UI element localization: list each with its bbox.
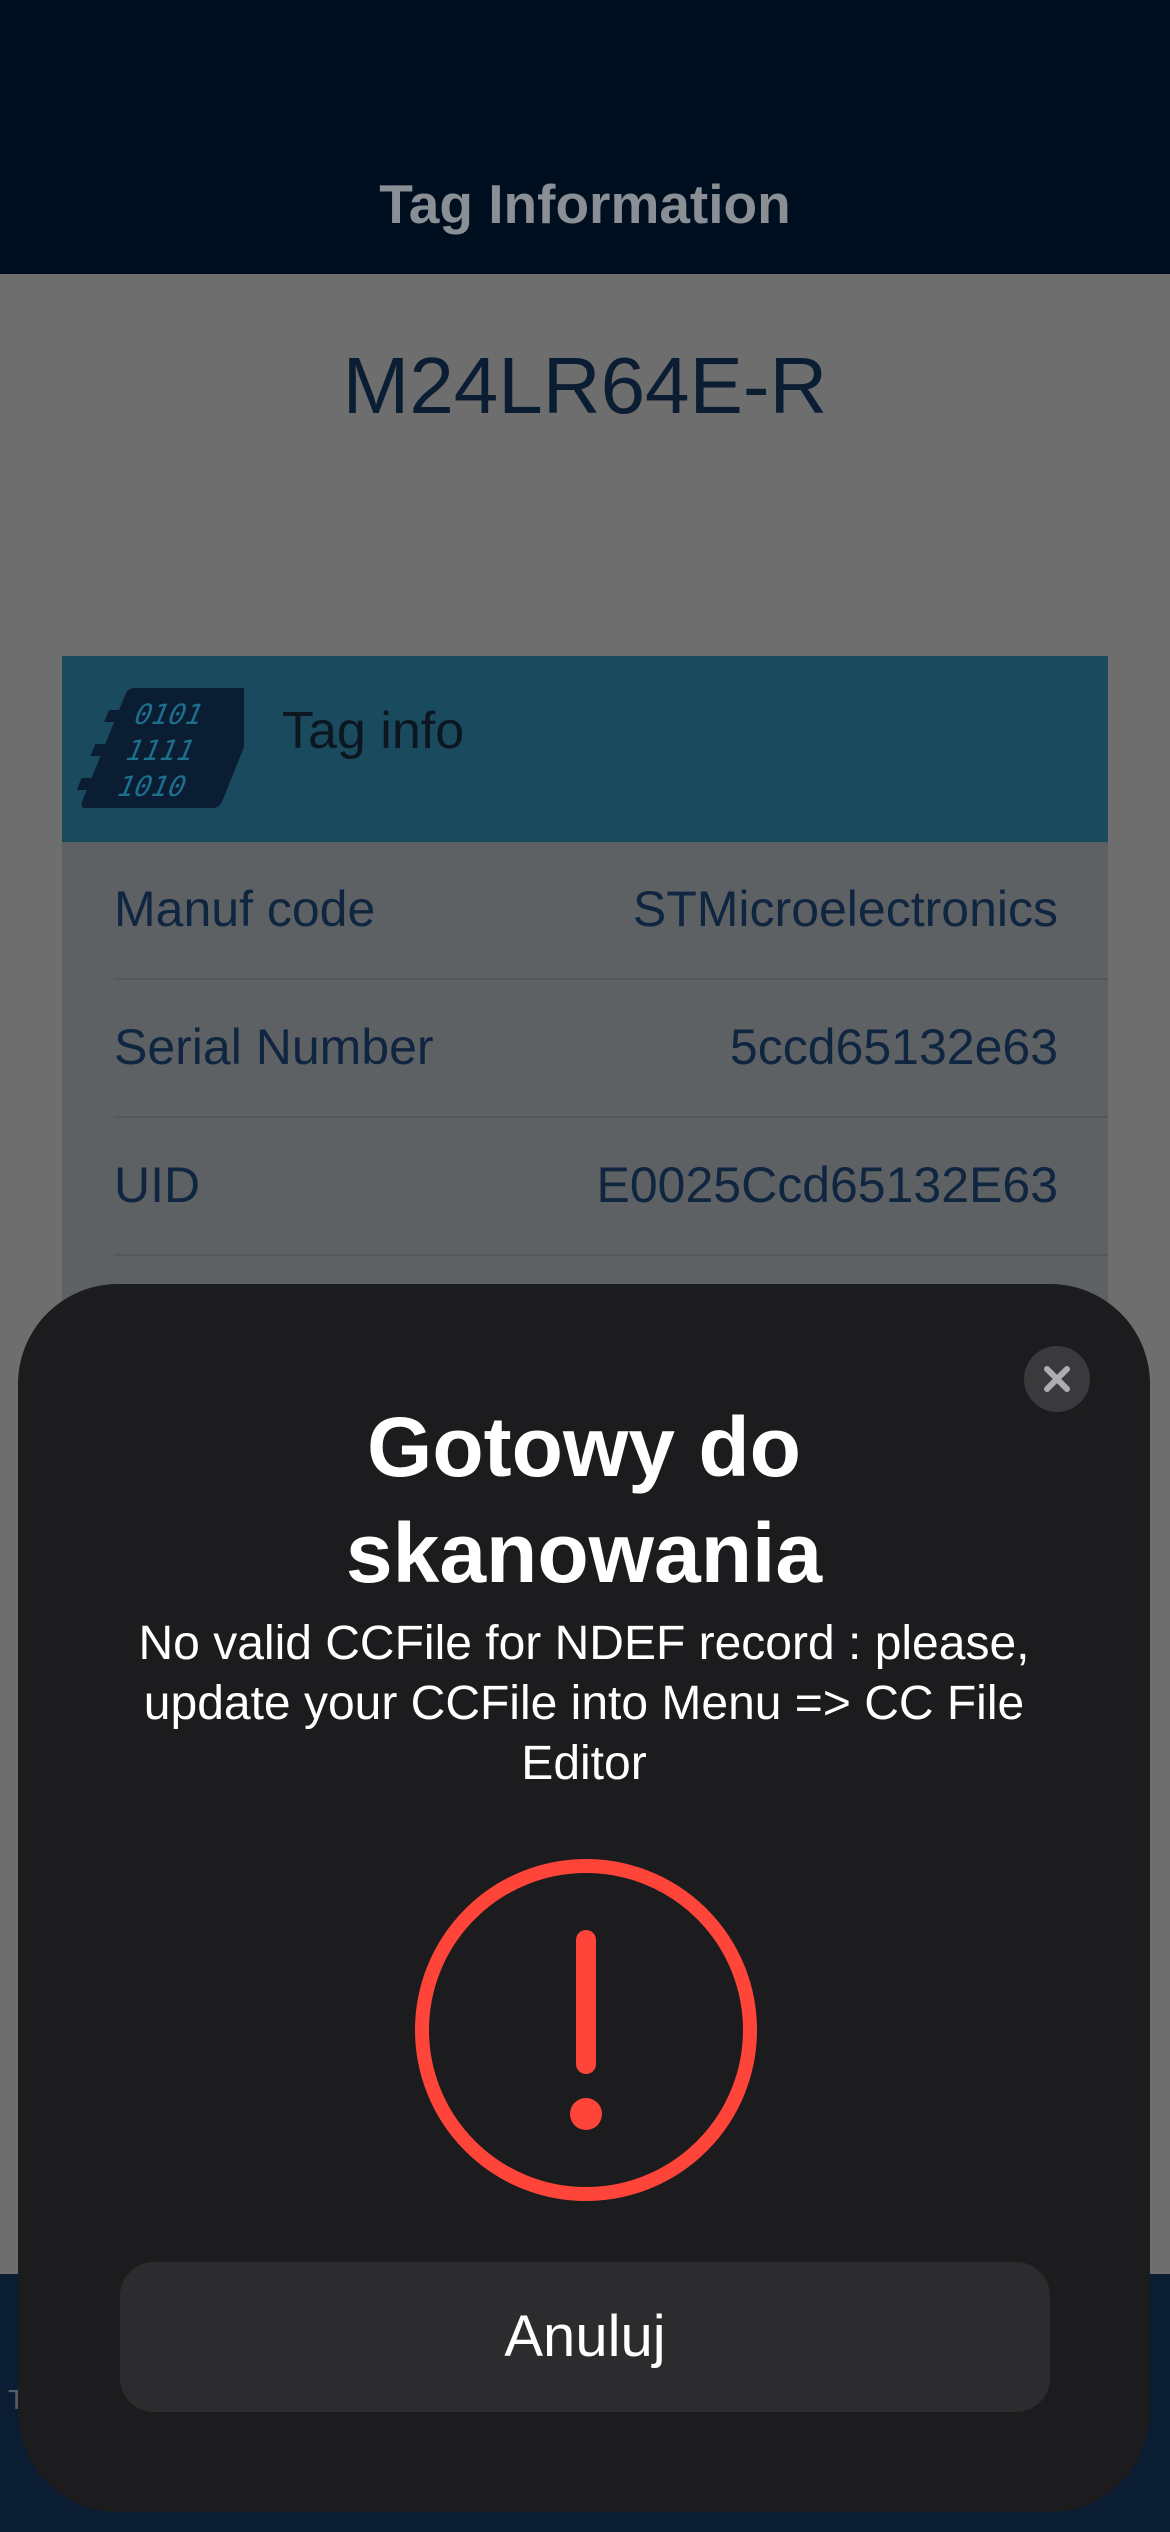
- sheet-title-line: skanowania: [345, 1506, 823, 1600]
- chip-text-1: 1111: [120, 734, 201, 767]
- page-title: Tag Information: [379, 173, 791, 235]
- nav-header: Tag Information: [0, 0, 1170, 274]
- cancel-button[interactable]: Anuluj: [120, 2262, 1050, 2412]
- tag-name: M24LR64E-R: [342, 341, 828, 430]
- table-row: Manuf code STMicroelectronics: [114, 842, 1108, 980]
- chip-text-2: 1010: [112, 770, 193, 803]
- sheet-title: Gotowy do skanowania: [98, 1394, 1070, 1606]
- row-value: E0025Ccd65132E63: [596, 1157, 1059, 1213]
- row-value: 5ccd65132e63: [729, 1019, 1058, 1075]
- row-label: UID: [114, 1157, 201, 1213]
- sheet-message: No valid CCFile for NDEF record : please…: [98, 1614, 1070, 1794]
- card-header: 0101 1111 1010 Tag info: [62, 656, 1108, 842]
- table-row: UID E0025Ccd65132E63: [114, 1118, 1108, 1256]
- row-value: STMicroelectronics: [632, 881, 1058, 937]
- row-label: Serial Number: [114, 1019, 434, 1075]
- chip-icon: 0101 1111 1010: [76, 688, 244, 808]
- card-title: Tag info: [282, 702, 465, 760]
- sheet-message-line: update your CCFile into Menu => CC File: [143, 1677, 1025, 1730]
- chip-text-0: 0101: [129, 698, 210, 731]
- table-row: Serial Number 5ccd65132e63: [114, 980, 1108, 1118]
- exclamation-circle-icon: [415, 1859, 757, 2201]
- tag-info-card: 0101 1111 1010 Tag info Manuf code STMic…: [62, 656, 1108, 1376]
- nfc-scan-sheet: Gotowy do skanowania No valid CCFile for…: [18, 1284, 1150, 2512]
- row-label: Manuf code: [114, 881, 376, 937]
- sheet-message-line: No valid CCFile for NDEF record : please…: [138, 1617, 1030, 1670]
- sheet-title-line: Gotowy do: [367, 1400, 801, 1494]
- sheet-message-line: Editor: [521, 1737, 647, 1790]
